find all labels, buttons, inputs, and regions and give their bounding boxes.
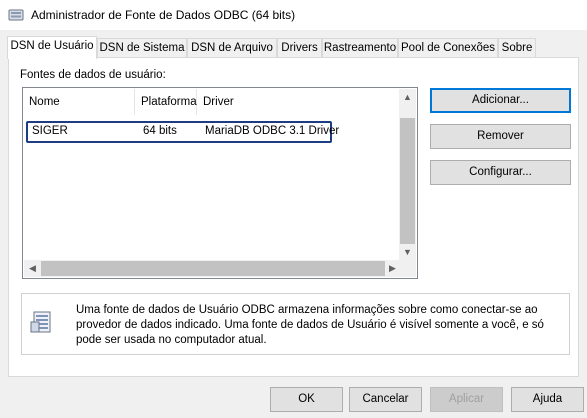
tab-tracing[interactable]: Rastreamento: [322, 38, 398, 57]
add-button[interactable]: Adicionar...: [430, 88, 571, 113]
tab-drivers[interactable]: Drivers: [277, 38, 322, 57]
tab-about[interactable]: Sobre: [498, 38, 536, 57]
configure-button[interactable]: Configurar...: [430, 160, 571, 185]
tab-connection-pooling[interactable]: Pool de Conexões: [398, 38, 498, 57]
table-row[interactable]: SIGER 64 bits MariaDB ODBC 3.1 Driver: [26, 121, 339, 143]
column-header-platform[interactable]: Plataforma: [135, 89, 197, 115]
column-header-driver[interactable]: Driver: [197, 89, 399, 115]
info-box: Uma fonte de dados de Usuário ODBC armaz…: [21, 293, 570, 355]
tab-strip: DSN de Usuário DSN de Sistema DSN de Arq…: [0, 36, 587, 59]
horizontal-scrollbar[interactable]: ◀ ▶: [24, 260, 400, 277]
horizontal-scroll-thumb[interactable]: [41, 261, 385, 276]
window-title: Administrador de Fonte de Dados ODBC (64…: [31, 8, 296, 22]
row-driver: MariaDB ODBC 3.1 Driver: [205, 125, 340, 137]
scroll-corner: [399, 260, 416, 277]
scroll-up-icon[interactable]: ▲: [399, 92, 416, 102]
help-button[interactable]: Ajuda: [511, 387, 584, 412]
data-source-list[interactable]: Nome Plataforma Driver SIGER 64 bits Mar…: [22, 87, 418, 279]
apply-button[interactable]: Aplicar: [430, 387, 503, 412]
section-label: Fontes de dados de usuário:: [20, 69, 166, 81]
tab-user-dsn[interactable]: DSN de Usuário: [7, 36, 97, 59]
tab-file-dsn[interactable]: DSN de Arquivo: [187, 38, 277, 57]
row-platform: 64 bits: [143, 125, 177, 137]
tab-system-dsn[interactable]: DSN de Sistema: [97, 38, 187, 57]
odbc-app-icon: [8, 7, 24, 23]
cancel-button[interactable]: Cancelar: [349, 387, 422, 412]
data-source-icon: [30, 310, 54, 336]
scroll-down-icon[interactable]: ▼: [399, 247, 416, 257]
vertical-scroll-thumb[interactable]: [400, 118, 415, 244]
ok-button[interactable]: OK: [270, 387, 343, 412]
info-text: Uma fonte de dados de Usuário ODBC armaz…: [76, 304, 544, 346]
row-name: SIGER: [32, 125, 68, 137]
title-bar: Administrador de Fonte de Dados ODBC (64…: [0, 0, 587, 30]
vertical-scrollbar[interactable]: ▲ ▼: [399, 89, 416, 261]
scroll-left-icon[interactable]: ◀: [24, 263, 41, 274]
remove-button[interactable]: Remover: [430, 124, 571, 149]
column-header-name[interactable]: Nome: [23, 89, 135, 115]
